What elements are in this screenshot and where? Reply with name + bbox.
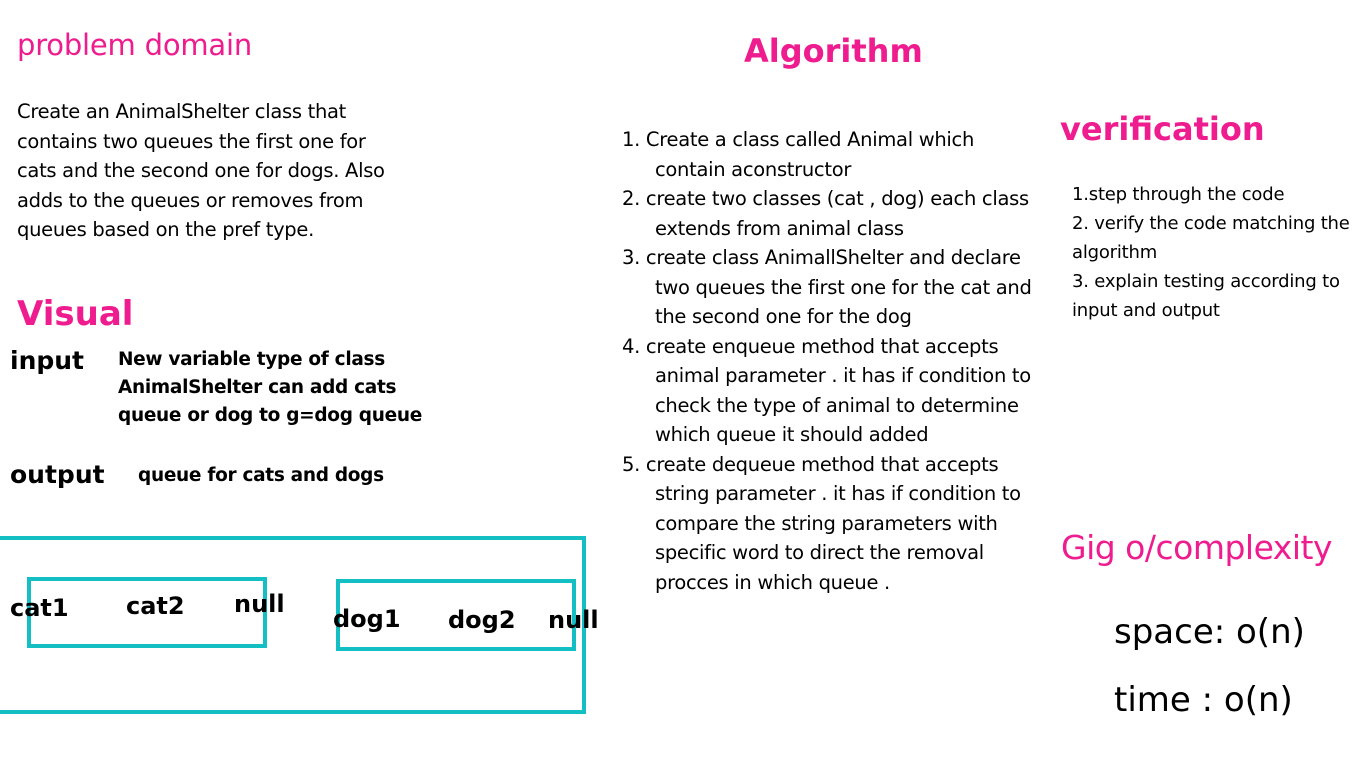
- verification-item: 2. verify the code matching the algorith…: [1072, 213, 1350, 263]
- cat-queue-null: null: [234, 590, 285, 618]
- output-description: queue for cats and dogs: [138, 465, 384, 486]
- algorithm-step: 1. Create a class called Animal which co…: [622, 128, 975, 181]
- input-label: input: [10, 346, 85, 375]
- cat-queue-node: cat1: [10, 594, 69, 622]
- algorithm-step: 4. create enqueue method that accepts an…: [622, 334, 1031, 447]
- time-complexity: time : o(n): [1114, 680, 1293, 720]
- cat-queue-node: cat2: [126, 592, 185, 620]
- verification-heading: verification: [1060, 110, 1265, 148]
- algorithm-heading: Algorithm: [744, 32, 923, 70]
- big-o-heading: Gig o/complexity: [1061, 528, 1332, 567]
- dog-queue-null: null: [548, 606, 599, 634]
- algorithm-steps: 1. Create a class called Animal which co…: [622, 125, 1037, 597]
- algorithm-step: 3. create class AnimallShelter and decla…: [622, 246, 1032, 328]
- space-complexity: space: o(n): [1114, 612, 1305, 652]
- input-description: New variable type of class AnimalShelter…: [118, 349, 422, 426]
- verification-item: 1.step through the code: [1072, 184, 1285, 205]
- algorithm-step: 5. create dequeue method that accepts st…: [622, 452, 1021, 594]
- verification-item: 3. explain testing according to input an…: [1072, 271, 1340, 321]
- problem-domain-heading: problem domain: [17, 28, 253, 62]
- visual-heading: Visual: [17, 294, 134, 334]
- problem-description: Create an AnimalShelter class that conta…: [17, 100, 385, 241]
- verification-list: 1.step through the code 2. verify the co…: [1072, 180, 1352, 325]
- dog-queue-node: dog1: [333, 605, 401, 633]
- output-label: output: [10, 460, 105, 489]
- dog-queue-node: dog2: [448, 606, 516, 634]
- algorithm-step: 2. create two classes (cat , dog) each c…: [622, 187, 1029, 240]
